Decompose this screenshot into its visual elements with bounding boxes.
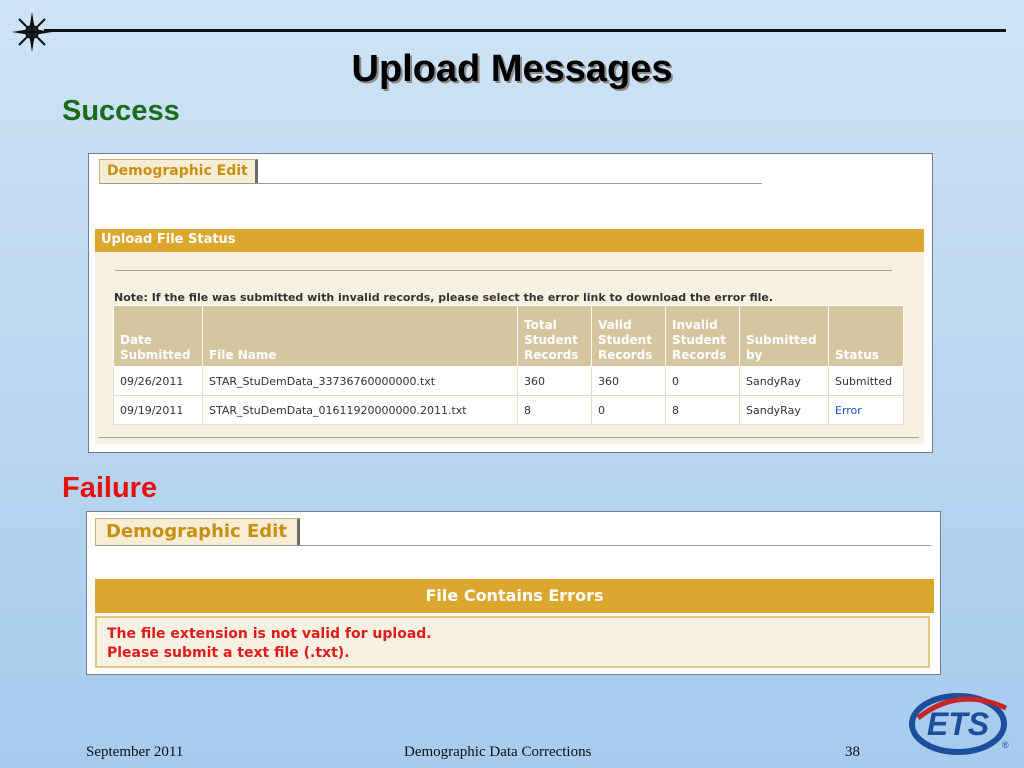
upload-file-status-body: Note: If the file was submitted with inv… — [95, 252, 924, 444]
table-row: 09/26/2011 STAR_StuDemData_3373676000000… — [113, 366, 904, 396]
column-header-total-student-records: Total Student Records — [517, 305, 592, 367]
ets-logo-text: ETS — [927, 706, 990, 742]
valid-records-cell: 0 — [591, 395, 666, 425]
column-header-invalid-student-records: Invalid Student Records — [665, 305, 740, 367]
success-screenshot: Demographic Edit Upload File Status Note… — [88, 153, 933, 453]
slide-title: Upload Messages — [351, 48, 673, 90]
status-cell: Submitted — [828, 366, 904, 396]
failure-screenshot: Demographic Edit File Contains Errors Th… — [86, 511, 941, 675]
total-records-cell: 360 — [517, 366, 592, 396]
table-header-row: Date Submitted File Name Total Student R… — [113, 305, 904, 367]
error-message-box: The file extension is not valid for uplo… — [95, 616, 930, 668]
error-message-line: The file extension is not valid for uplo… — [107, 626, 432, 642]
status-cell: Error — [828, 395, 904, 425]
footer-title: Demographic Data Corrections — [404, 744, 592, 760]
date-submitted-cell: 09/26/2011 — [113, 366, 203, 396]
tab-underline — [99, 183, 762, 184]
divider — [99, 437, 919, 438]
upload-file-status-title: Upload File Status — [101, 232, 236, 247]
divider — [115, 270, 892, 271]
total-records-cell: 8 — [517, 395, 592, 425]
upload-file-status-bar: Upload File Status — [95, 229, 924, 252]
column-header-file-name: File Name — [202, 305, 518, 367]
file-name-cell: STAR_StuDemData_01611920000000.2011.txt — [202, 395, 518, 425]
success-label: Success — [62, 95, 180, 127]
valid-records-cell: 360 — [591, 366, 666, 396]
invalid-records-cell: 0 — [665, 366, 740, 396]
submitted-by-cell: SandyRay — [739, 395, 829, 425]
failure-label: Failure — [62, 472, 158, 504]
column-header-date-submitted: Date Submitted — [113, 305, 203, 367]
column-header-submitted-by: Submitted by — [739, 305, 829, 367]
error-message-line: Please submit a text file (.txt). — [107, 645, 350, 661]
tab-underline — [95, 545, 931, 546]
tab-demographic-edit[interactable]: Demographic Edit — [95, 518, 300, 545]
column-header-status: Status — [828, 305, 904, 367]
top-rule — [44, 29, 1006, 32]
column-header-valid-student-records: Valid Student Records — [591, 305, 666, 367]
file-contains-errors-header: File Contains Errors — [95, 579, 934, 613]
table-row: 09/19/2011 STAR_StuDemData_0161192000000… — [113, 395, 904, 425]
date-submitted-cell: 09/19/2011 — [113, 395, 203, 425]
error-link-note: Note: If the file was submitted with inv… — [114, 291, 774, 304]
tab-demographic-edit[interactable]: Demographic Edit — [99, 159, 258, 183]
registered-mark: ® — [1002, 740, 1009, 750]
file-name-cell: STAR_StuDemData_33736760000000.txt — [202, 366, 518, 396]
footer-date: September 2011 — [86, 744, 184, 760]
upload-status-table: Date Submitted File Name Total Student R… — [113, 305, 904, 425]
submitted-by-cell: SandyRay — [739, 366, 829, 396]
ets-logo: ETS ® — [909, 693, 1009, 755]
invalid-records-cell: 8 — [665, 395, 740, 425]
error-download-link[interactable]: Error — [835, 404, 862, 417]
page-number: 38 — [845, 744, 860, 760]
